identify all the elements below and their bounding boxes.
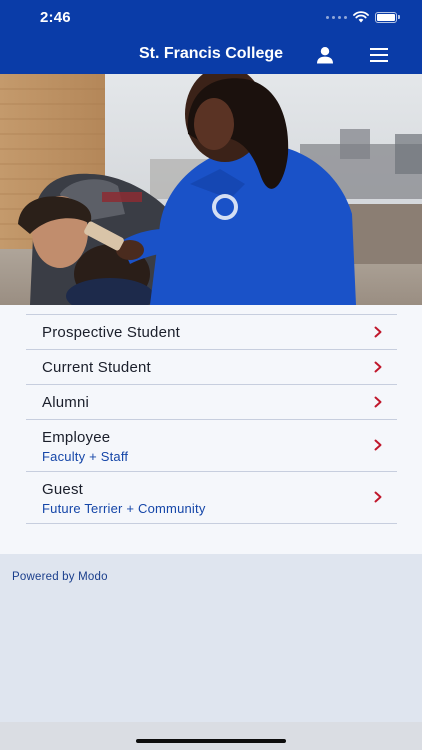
status-time: 2:46 <box>40 9 71 26</box>
menu-item-alumni[interactable]: Alumni <box>26 385 397 420</box>
status-icons <box>326 10 400 24</box>
home-indicator-area <box>0 722 422 750</box>
menu-item-current-student[interactable]: Current Student <box>26 350 397 385</box>
menu-item-prospective-student[interactable]: Prospective Student <box>26 315 397 350</box>
chevron-right-icon <box>374 439 382 451</box>
app-title: St. Francis College <box>138 45 284 62</box>
menu-item-label: Employee <box>42 429 111 446</box>
menu-item-label: Current Student <box>42 359 151 376</box>
hamburger-menu-button[interactable] <box>367 44 391 66</box>
signal-icon <box>326 15 347 19</box>
menu-item-label: Guest <box>42 481 84 498</box>
menu-item-employee[interactable]: Employee Faculty + Staff <box>26 420 397 472</box>
profile-button[interactable] <box>314 44 336 66</box>
chevron-right-icon <box>374 491 382 503</box>
chevron-right-icon <box>374 396 382 408</box>
menu-item-subtitle: Future Terrier + Community <box>42 501 206 516</box>
students-on-rooftop-photo <box>0 74 422 305</box>
audience-menu: Prospective Student Current Student Alum… <box>26 314 397 524</box>
wifi-icon <box>353 11 369 23</box>
menu-item-label: Prospective Student <box>42 324 181 341</box>
menu-item-label: Alumni <box>42 394 90 411</box>
person-icon <box>317 47 333 64</box>
home-indicator-bar[interactable] <box>136 739 286 743</box>
chevron-right-icon <box>374 326 382 338</box>
hero-image <box>0 74 422 305</box>
chevron-right-icon <box>374 361 382 373</box>
menu-item-guest[interactable]: Guest Future Terrier + Community <box>26 472 397 524</box>
menu-area: Prospective Student Current Student Alum… <box>0 305 422 554</box>
menu-item-subtitle: Faculty + Staff <box>42 449 129 464</box>
powered-by-link[interactable]: Powered by Modo <box>12 571 108 583</box>
battery-icon <box>375 11 400 23</box>
hamburger-menu-icon <box>370 48 388 62</box>
